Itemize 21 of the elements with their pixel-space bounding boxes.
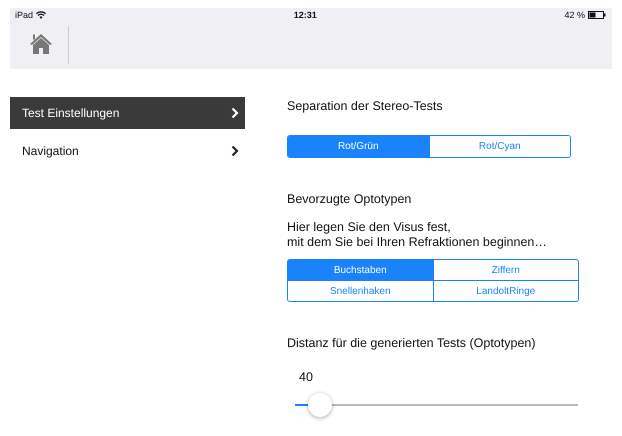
section-title: Separation der Stereo-Tests (287, 99, 444, 113)
section-title: Distanz für die generierten Tests (Optotypen) (287, 336, 537, 350)
section-title: Bevorzugte Optotypen (287, 192, 412, 206)
battery-percent: 42 % (564, 10, 585, 20)
home-icon (29, 33, 53, 55)
home-button[interactable] (29, 26, 69, 64)
segment-option[interactable]: Rot/Cyan (428, 136, 570, 157)
chevron-icon (231, 107, 239, 119)
segment-option[interactable]: Snellenhaken (288, 281, 432, 301)
segment-option[interactable]: LandoltRinge (434, 281, 578, 301)
sidebar-item[interactable]: Test Einstellungen (10, 97, 245, 129)
device-name: iPad (15, 10, 34, 20)
slider-value: 40 (299, 370, 314, 384)
wifi-icon (36, 11, 46, 19)
status-time: 12:31 (294, 10, 317, 20)
battery-icon (588, 11, 606, 19)
chevron-icon (231, 145, 239, 157)
slider-thumb[interactable] (308, 393, 332, 417)
segment-option[interactable]: Rot/Grün (288, 136, 428, 157)
segment-option[interactable]: Ziffern (434, 260, 578, 280)
description-text: Hier legen Sie den Visus fest, mit dem Sie bei Ihren Refraktionen beginnen… (287, 220, 548, 250)
